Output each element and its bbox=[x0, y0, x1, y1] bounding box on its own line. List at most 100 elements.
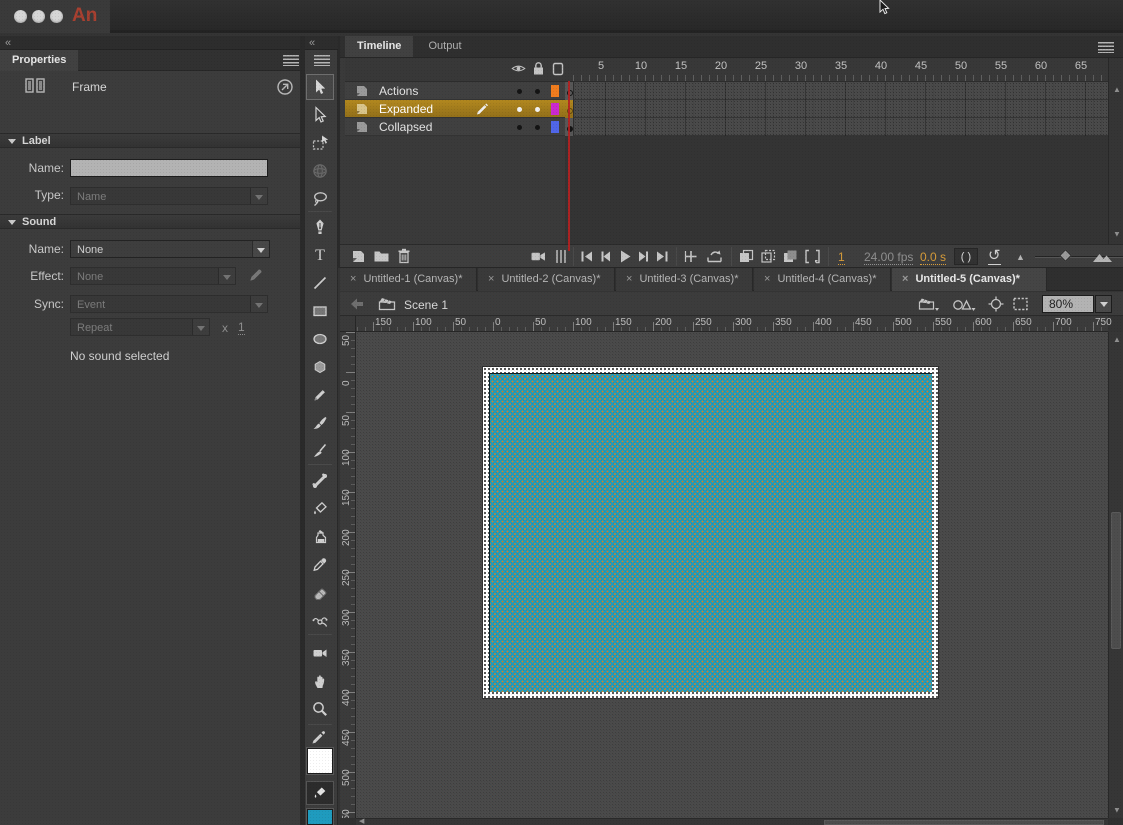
window-zoom-button[interactable] bbox=[50, 10, 63, 23]
layer-list-empty-area[interactable] bbox=[345, 136, 565, 244]
timeline-frame-ruler[interactable]: 1 5101520253035404550556065 bbox=[565, 58, 1108, 82]
properties-panel-menu-icon[interactable] bbox=[283, 55, 299, 66]
frame-grid-empty-area[interactable] bbox=[565, 136, 1108, 244]
tool-ink-bottle[interactable] bbox=[306, 524, 334, 550]
tool-pencil[interactable] bbox=[306, 382, 334, 408]
scroll-down-arrow-icon[interactable]: ▲ bbox=[1113, 230, 1121, 238]
elapsed-time-field[interactable]: 0.0 s bbox=[920, 250, 946, 265]
layer-color-swatch[interactable] bbox=[551, 103, 559, 115]
layer-visibility-dot[interactable] bbox=[517, 107, 522, 112]
clip-content-outside-stage-button[interactable] bbox=[1012, 296, 1029, 312]
edit-scene-button[interactable] bbox=[918, 296, 940, 312]
convert-to-symbol-icon[interactable] bbox=[276, 78, 294, 96]
edit-multiple-frames-button[interactable] bbox=[782, 249, 798, 264]
edit-symbols-button[interactable] bbox=[952, 296, 976, 312]
tool-polystar[interactable] bbox=[306, 354, 334, 380]
onion-skin-button[interactable] bbox=[738, 249, 754, 264]
tab-timeline[interactable]: Timeline bbox=[345, 36, 413, 57]
layer-visibility-dot[interactable] bbox=[517, 89, 522, 94]
document-tab-untitled-1[interactable]: ×Untitled-1 (Canvas)* bbox=[340, 268, 477, 291]
tool-fluid-brush[interactable] bbox=[306, 410, 334, 436]
document-tab-untitled-5[interactable]: ×Untitled-5 (Canvas)* bbox=[892, 268, 1047, 291]
tool-free-transform[interactable] bbox=[306, 130, 334, 156]
tool-eyedropper[interactable] bbox=[306, 552, 334, 578]
playhead-line[interactable] bbox=[568, 81, 570, 251]
collapse-panel-icon[interactable]: « bbox=[5, 37, 10, 49]
tool-3d-rotation[interactable] bbox=[306, 158, 334, 184]
lock-unlock-all-layers-lock-icon[interactable] bbox=[532, 61, 545, 76]
vertical-scrollbar-thumb[interactable] bbox=[1111, 512, 1121, 649]
go-to-last-frame-button[interactable] bbox=[655, 250, 669, 263]
canvas-horizontal-scrollbar[interactable]: ◀ bbox=[356, 818, 1108, 825]
layer-lock-dot[interactable] bbox=[535, 89, 540, 94]
loop-count-value[interactable]: 1 bbox=[238, 320, 245, 335]
onion-skin-outlines-button[interactable] bbox=[760, 249, 776, 264]
layer-lock-dot[interactable] bbox=[535, 107, 540, 112]
tool-eraser[interactable] bbox=[306, 580, 334, 606]
stage[interactable] bbox=[483, 367, 938, 698]
show-layers-as-outlines-icon[interactable] bbox=[552, 62, 564, 76]
vertical-ruler[interactable]: 50050100150200250300350400450500550 bbox=[340, 332, 356, 818]
layer-color-swatch[interactable] bbox=[551, 121, 559, 133]
tool-pen[interactable] bbox=[306, 214, 334, 240]
export-animation-button[interactable] bbox=[706, 249, 723, 263]
show-hide-all-layers-eye-icon[interactable] bbox=[511, 62, 526, 75]
timeline-scrollbar[interactable]: ▲ ▲ bbox=[1108, 58, 1123, 244]
layer-row-collapsed[interactable]: Collapsed bbox=[345, 118, 565, 136]
tool-selection[interactable] bbox=[306, 74, 334, 100]
selected-rectangle-shape[interactable] bbox=[489, 373, 932, 692]
fill-color-bucket-icon[interactable] bbox=[306, 781, 334, 805]
tab-output[interactable]: Output bbox=[417, 36, 474, 57]
close-tab-icon[interactable]: × bbox=[350, 268, 356, 291]
collapse-panel-icon[interactable]: « bbox=[309, 37, 314, 49]
layer-color-swatch[interactable] bbox=[551, 85, 559, 97]
stage-zoom-dropdown-arrow[interactable] bbox=[1095, 295, 1112, 313]
window-close-button[interactable] bbox=[14, 10, 27, 23]
sound-effect-dropdown[interactable]: None bbox=[70, 267, 236, 285]
tools-panel-menu-icon[interactable] bbox=[314, 55, 330, 66]
reset-timeline-zoom-button[interactable]: ↺ bbox=[988, 247, 1001, 265]
scroll-down-arrow-icon[interactable]: ▲ bbox=[1113, 806, 1121, 814]
layer-row-actions[interactable]: Actions bbox=[345, 82, 565, 100]
section-header-sound[interactable]: Sound bbox=[0, 214, 300, 229]
tool-subselection[interactable] bbox=[306, 102, 334, 128]
layer-row-expanded[interactable]: Expanded bbox=[345, 100, 565, 118]
tool-lasso[interactable] bbox=[306, 186, 334, 212]
tool-classic-brush[interactable] bbox=[306, 438, 334, 464]
window-minimize-button[interactable] bbox=[32, 10, 45, 23]
label-name-input[interactable] bbox=[70, 159, 268, 177]
close-tab-icon[interactable]: × bbox=[764, 268, 770, 291]
loop-range-button[interactable]: ( ) bbox=[954, 248, 978, 265]
scroll-up-arrow-icon[interactable]: ▲ bbox=[1113, 86, 1121, 94]
insert-frame-button[interactable] bbox=[683, 250, 699, 263]
timeline-zoom-out-icon[interactable]: ▲ bbox=[1016, 252, 1025, 262]
horizontal-scrollbar-thumb[interactable] bbox=[824, 820, 1104, 825]
edit-sound-envelope-pencil-icon[interactable] bbox=[248, 267, 264, 283]
sound-sync-dropdown[interactable]: Event bbox=[70, 295, 268, 313]
center-frame-button[interactable] bbox=[988, 296, 1004, 312]
close-tab-icon[interactable]: × bbox=[488, 268, 494, 291]
tool-bone[interactable] bbox=[306, 468, 334, 494]
scroll-left-arrow-icon[interactable]: ◀ bbox=[359, 818, 364, 825]
document-tab-untitled-3[interactable]: ×Untitled-3 (Canvas)* bbox=[616, 268, 753, 291]
step-back-one-frame-button[interactable] bbox=[599, 250, 613, 263]
canvas-vertical-scrollbar[interactable]: ▲ ▲ bbox=[1108, 332, 1123, 818]
step-forward-one-frame-button[interactable] bbox=[636, 250, 650, 263]
document-tab-untitled-2[interactable]: ×Untitled-2 (Canvas)* bbox=[478, 268, 615, 291]
sound-name-dropdown[interactable]: None bbox=[70, 240, 270, 258]
sound-repeat-dropdown[interactable]: Repeat bbox=[70, 318, 210, 336]
delete-layer-trash-button[interactable] bbox=[397, 248, 411, 264]
back-arrow-icon[interactable] bbox=[350, 298, 364, 310]
label-type-dropdown[interactable]: Name bbox=[70, 187, 268, 205]
tool-asset-warp[interactable] bbox=[306, 608, 334, 634]
stage-zoom-field[interactable]: 80% bbox=[1042, 295, 1094, 313]
close-tab-icon[interactable]: × bbox=[626, 268, 632, 291]
tool-oval[interactable] bbox=[306, 326, 334, 352]
document-tab-untitled-4[interactable]: ×Untitled-4 (Canvas)* bbox=[754, 268, 891, 291]
layer-visibility-dot[interactable] bbox=[517, 125, 522, 130]
tab-properties[interactable]: Properties bbox=[0, 50, 78, 71]
tool-line[interactable] bbox=[306, 270, 334, 296]
fill-color-swatch[interactable] bbox=[307, 809, 333, 825]
show-layer-depth-button[interactable] bbox=[555, 249, 567, 264]
new-folder-button[interactable] bbox=[373, 250, 390, 263]
